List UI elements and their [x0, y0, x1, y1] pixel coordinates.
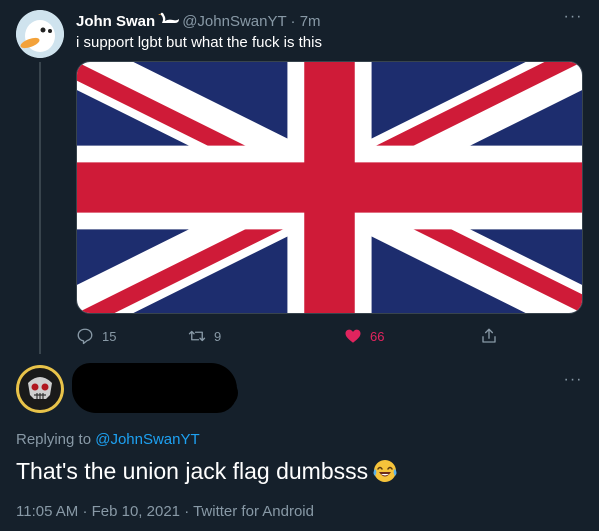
avatar[interactable] [16, 365, 64, 413]
like-button[interactable]: 66 [344, 325, 384, 347]
replying-to: Replying to @JohnSwanYT [16, 431, 200, 448]
reply-icon [77, 328, 93, 345]
redacted-author-handle [160, 379, 238, 407]
separator-dot: · [184, 503, 190, 520]
separator-dot: · [290, 13, 296, 30]
original-tweet[interactable]: John Swan @JohnSwanYT · 7m ··· i support… [0, 0, 599, 357]
tweet-header: John Swan @JohnSwanYT · 7m [76, 12, 321, 30]
separator-dot: · [82, 503, 88, 520]
more-options-icon[interactable]: ··· [561, 371, 585, 391]
swan-emoji-icon [158, 12, 180, 23]
reply-text-content: That's the union jack flag dumbsss [16, 458, 369, 484]
heart-icon [345, 329, 361, 343]
tweet-time[interactable]: 7m [300, 13, 321, 30]
tweet-date[interactable]: Feb 10, 2021 [92, 503, 180, 520]
more-options-icon[interactable]: ··· [561, 8, 585, 28]
skull-avatar-icon [17, 366, 63, 412]
tweet-text: i support lgbt but what the fuck is this [76, 34, 322, 51]
union-jack-flag-icon [77, 62, 582, 313]
retweet-icon [188, 330, 206, 342]
avatar[interactable] [16, 10, 64, 58]
reply-count: 15 [102, 328, 117, 344]
share-icon [482, 328, 496, 343]
reply-tweet: ··· Replying to @JohnSwanYT That's the u… [0, 357, 599, 531]
duck-avatar-icon [16, 10, 64, 58]
tweet-actions: 15 9 66 [76, 325, 506, 347]
author-name[interactable]: John Swan [76, 13, 155, 30]
replying-label: Replying to [16, 431, 92, 448]
tweet-image[interactable] [76, 61, 583, 314]
author-handle[interactable]: @JohnSwanYT [182, 13, 286, 30]
share-button[interactable] [480, 325, 506, 347]
reply-button[interactable]: 15 [76, 325, 116, 347]
face-with-tears-of-joy-icon [373, 460, 397, 482]
tweet-metadata: 11:05 AM · Feb 10, 2021 · Twitter for An… [16, 503, 314, 520]
tweet-time[interactable]: 11:05 AM [16, 503, 78, 520]
thread-line [39, 62, 41, 354]
like-count: 66 [370, 328, 385, 344]
reply-text: That's the union jack flag dumbsss [16, 458, 398, 485]
retweet-button[interactable]: 9 [188, 325, 221, 347]
retweet-count: 9 [214, 328, 222, 344]
mention-link[interactable]: @JohnSwanYT [95, 431, 199, 448]
source-app[interactable]: Twitter for Android [193, 503, 314, 520]
